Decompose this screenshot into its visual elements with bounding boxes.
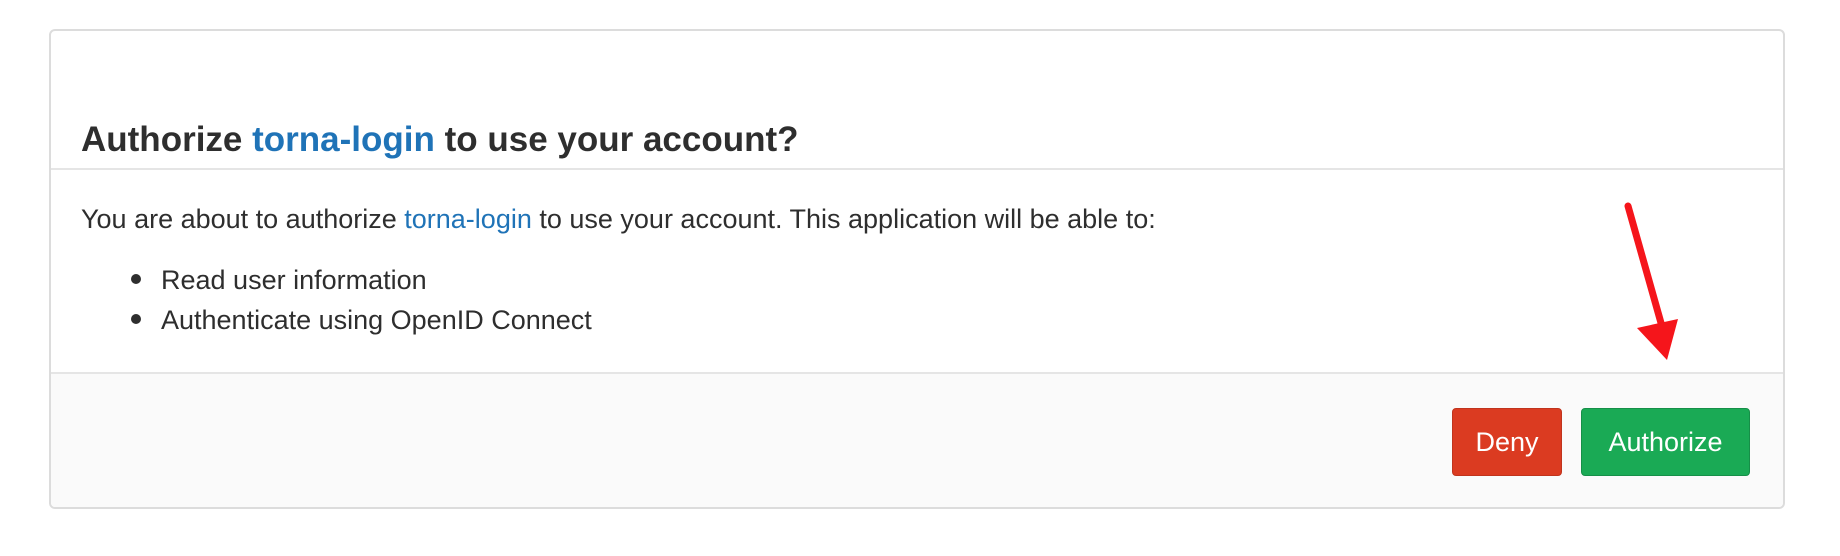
intro-prefix: You are about to authorize	[81, 204, 397, 234]
intro-app-name-link[interactable]: torna-login	[404, 204, 532, 234]
intro-text: You are about to authorize torna-login t…	[81, 199, 1156, 239]
list-item: Authenticate using OpenID Connect	[131, 300, 592, 340]
dialog-footer: Deny Authorize	[51, 374, 1783, 507]
title-suffix: to use your account?	[444, 120, 799, 159]
bullet-icon	[131, 314, 141, 324]
dialog-header: Authorize torna-login to use your accoun…	[51, 31, 1783, 170]
permission-label: Authenticate using OpenID Connect	[161, 305, 592, 335]
arrow-shaft	[1624, 202, 1667, 334]
bullet-icon	[131, 274, 141, 284]
dialog-body: You are about to authorize torna-login t…	[51, 170, 1783, 374]
intro-suffix: to use your account. This application wi…	[539, 204, 1156, 234]
arrow-head	[1637, 319, 1678, 360]
list-item: Read user information	[131, 260, 592, 300]
title-prefix: Authorize	[81, 120, 243, 159]
app-name-link[interactable]: torna-login	[252, 120, 435, 159]
red-arrow-icon	[1624, 202, 1678, 360]
deny-button[interactable]: Deny	[1452, 408, 1562, 476]
authorize-dialog: Authorize torna-login to use your accoun…	[49, 29, 1785, 509]
authorize-button[interactable]: Authorize	[1581, 408, 1750, 476]
permission-label: Read user information	[161, 265, 427, 295]
dialog-title: Authorize torna-login to use your accoun…	[81, 119, 799, 161]
permissions-list: Read user information Authenticate using…	[81, 260, 592, 340]
